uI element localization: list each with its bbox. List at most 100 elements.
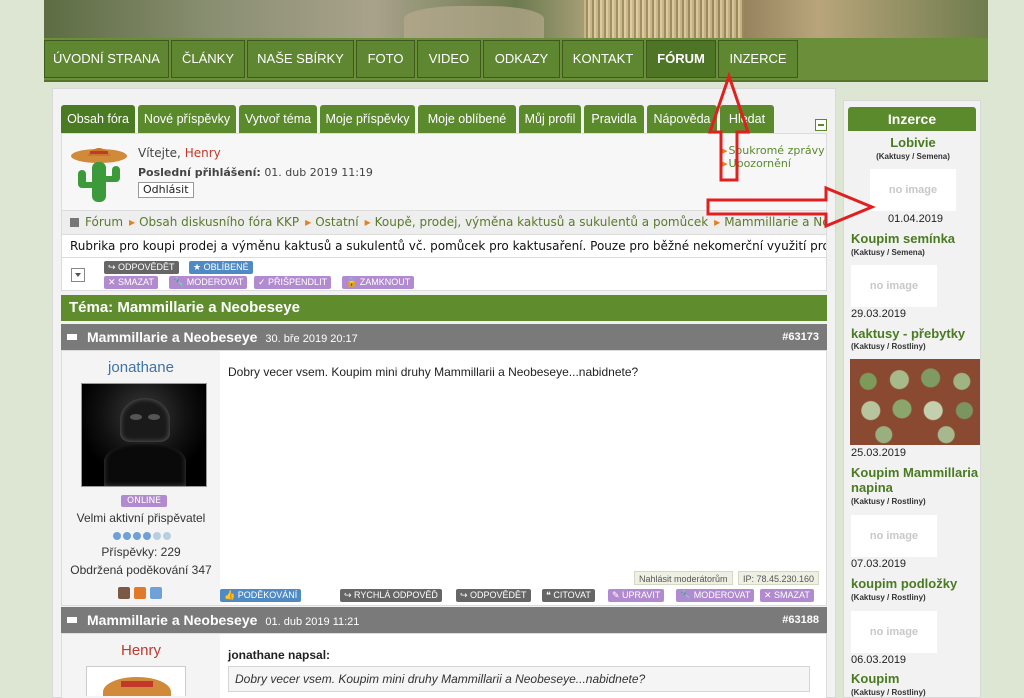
profile-icon[interactable]	[118, 587, 130, 599]
ad-date: 29.03.2019	[851, 308, 907, 320]
thank-button[interactable]: 👍 PODĚKOVÁNÍ	[220, 589, 302, 602]
dropdown-toggle-icon[interactable]	[71, 268, 85, 282]
post-header: Mammillarie a Neobeseye 01. dub 2019 11:2…	[61, 607, 827, 633]
ad-category: (Kaktusy / Rostliny)	[851, 688, 926, 697]
ads-sidebar: Inzerce Lobivie (Kaktusy / Semena) no im…	[843, 100, 981, 698]
breadcrumb-separator-icon: ▸	[364, 215, 371, 229]
last-login: Poslední přihlášení: 01. dub 2019 11:19	[138, 166, 373, 179]
tab-muj-profil[interactable]: Můj profil	[519, 105, 581, 133]
ad-date: 25.03.2019	[851, 447, 907, 459]
report-to-moderators-link[interactable]: Nahlásit moderátorům	[634, 571, 733, 585]
user-quicklinks: Soukromé zprávy Upozornění	[722, 144, 825, 170]
ad-date: 07.03.2019	[851, 558, 907, 570]
collapse-panel-icon[interactable]	[815, 119, 827, 131]
avatar-helmet	[120, 398, 170, 442]
post-moderate-button[interactable]: 🔧 MODEROVAT	[676, 589, 755, 602]
quote-label: CITOVAT	[553, 590, 591, 600]
breadcrumb-forum[interactable]: Fórum	[85, 215, 123, 229]
pin-topic-button[interactable]: ✓ PŘIŠPENDLIT	[254, 276, 332, 289]
quick-reply-button[interactable]: ↪ RYCHLÁ ODPOVĚĎ	[340, 589, 442, 602]
ad-title[interactable]: Koupim Mammillaria napina	[851, 465, 979, 495]
ad-category: (Kaktusy / Semena)	[876, 152, 950, 161]
post-title[interactable]: Mammillarie a Neobeseye 30. bře 2019 20:1…	[87, 324, 358, 352]
nav-odkazy[interactable]: ODKAZY	[483, 40, 560, 78]
nav-video[interactable]: VIDEO	[417, 40, 481, 78]
tab-napoveda[interactable]: Nápověda	[647, 105, 717, 133]
breadcrumb-obsah[interactable]: Obsah diskusního fóra KKP	[139, 215, 299, 229]
tab-obsah-fora[interactable]: Obsah fóra	[61, 105, 135, 133]
nav-foto[interactable]: FOTO	[356, 40, 415, 78]
last-login-value: 01. dub 2019 11:19	[264, 166, 373, 179]
tab-pravidla[interactable]: Pravidla	[584, 105, 644, 133]
delete-topic-button[interactable]: ✕ SMAZAT	[104, 276, 158, 289]
breadcrumb-koupe[interactable]: Koupě, prodej, výměna kaktusů a sukulent…	[375, 215, 709, 229]
post-author-name[interactable]: Henry	[62, 642, 220, 659]
ad-image-placeholder[interactable]: no image	[851, 611, 937, 653]
post-id[interactable]: #63188	[782, 607, 819, 633]
ad-image-placeholder[interactable]: no image	[851, 265, 937, 307]
home-icon[interactable]	[70, 218, 79, 227]
forum-description: Rubrika pro koupi prodej a výměnu kaktus…	[61, 234, 827, 258]
quote-author: jonathane napsal:	[228, 648, 331, 662]
breadcrumb-topic[interactable]: Mammillarie a Neobeseye	[724, 215, 826, 229]
edit-button[interactable]: ✎ UPRAVIT	[608, 589, 665, 602]
post: jonathane ONLINE Velmi aktivní přispěvat…	[61, 350, 827, 606]
nav-forum[interactable]: FÓRUM	[646, 40, 716, 78]
header-banner	[44, 0, 988, 38]
topic-title: Téma: Mammillarie a Neobeseye	[61, 295, 827, 321]
last-login-label: Poslední přihlášení:	[138, 166, 261, 179]
logout-button[interactable]: Odhlásit	[138, 182, 194, 198]
home-icon[interactable]	[134, 587, 146, 599]
author-post-count: Příspěvky: 229	[101, 545, 181, 559]
nav-kontakt[interactable]: KONTAKT	[562, 40, 644, 78]
tab-moje-oblibene[interactable]: Moje oblíbené	[418, 105, 516, 133]
forum-panel: Obsah fóra Nové příspěvky Vytvoř téma Mo…	[52, 88, 836, 698]
ad-title[interactable]: Koupim semínka	[851, 231, 955, 246]
private-messages-link[interactable]: Soukromé zprávy	[722, 144, 825, 157]
post: Henry jonathane napsal: Dobry vecer vsem…	[61, 633, 827, 698]
breadcrumb-separator-icon: ▸	[714, 215, 721, 229]
welcome-prefix: Vítejte,	[138, 146, 181, 160]
breadcrumb-separator-icon: ▸	[305, 215, 312, 229]
banner-grass	[584, 0, 744, 38]
tab-moje-prispevky[interactable]: Moje příspěvky	[320, 105, 415, 133]
ad-category: (Kaktusy / Rostliny)	[851, 497, 926, 506]
message-icon[interactable]	[150, 587, 162, 599]
welcome-username[interactable]: Henry	[185, 146, 221, 160]
breadcrumb-ostatni[interactable]: Ostatní	[315, 215, 358, 229]
nav-uvodni-strana[interactable]: ÚVODNÍ STRANA	[44, 40, 169, 78]
moderate-topic-button[interactable]: 🔧 MODEROVAT	[169, 276, 248, 289]
thank-label: PODĚKOVÁNÍ	[237, 590, 298, 600]
nav-clanky[interactable]: ČLÁNKY	[171, 40, 245, 78]
post-date: 30. bře 2019 20:17	[265, 333, 358, 345]
ad-title[interactable]: koupim podložky	[851, 576, 957, 591]
post-reply-button[interactable]: ↪ ODPOVĚDĚT	[456, 589, 531, 602]
lock-topic-button[interactable]: 🔒 ZAMKNOUT	[342, 276, 415, 289]
reply-button[interactable]: ↪ ODPOVĚDĚT	[104, 261, 179, 274]
ad-category: (Kaktusy / Semena)	[851, 248, 925, 257]
reply-label: ODPOVĚDĚT	[118, 262, 175, 272]
ad-image-placeholder[interactable]: no image	[851, 515, 937, 557]
ad-title[interactable]: kaktusy - přebytky	[851, 326, 965, 341]
nav-inzerce[interactable]: INZERCE	[718, 40, 798, 78]
ad-photo-cacti[interactable]	[850, 359, 980, 445]
ad-title[interactable]: Koupim	[851, 671, 899, 686]
tab-hledat[interactable]: Hledat	[720, 105, 774, 133]
favorite-label: OBLÍBENÉ	[203, 262, 249, 272]
post-author-column: Henry	[62, 634, 220, 698]
post-ip: IP: 78.45.230.160	[738, 571, 820, 585]
nav-nase-sbirky[interactable]: NAŠE SBÍRKY	[247, 40, 354, 78]
ad-title[interactable]: Lobivie	[844, 135, 982, 150]
quote-button[interactable]: ❝ CITOVAT	[542, 589, 595, 602]
notifications-link[interactable]: Upozornění	[722, 157, 825, 170]
favorite-button[interactable]: ★ OBLÍBENÉ	[189, 261, 253, 274]
tab-vytvor-tema[interactable]: Vytvoř téma	[239, 105, 317, 133]
ad-image-placeholder[interactable]: no image	[870, 169, 956, 211]
tab-nove-prispevky[interactable]: Nové příspěvky	[138, 105, 236, 133]
post-author-name[interactable]: jonathane	[62, 359, 220, 376]
moderate-label: MODEROVAT	[186, 277, 244, 287]
post-id[interactable]: #63173	[782, 324, 819, 350]
ad-category: (Kaktusy / Rostliny)	[851, 342, 926, 351]
post-delete-button[interactable]: ✕ SMAZAT	[760, 589, 814, 602]
post-title[interactable]: Mammillarie a Neobeseye 01. dub 2019 11:2…	[87, 607, 359, 635]
